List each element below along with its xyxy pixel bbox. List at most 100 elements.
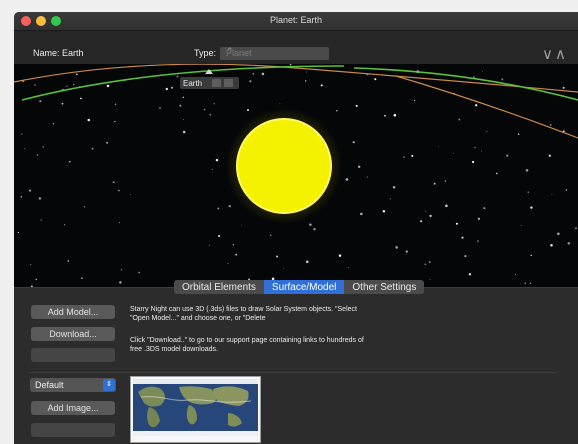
- star: [73, 84, 75, 86]
- star: [35, 278, 37, 281]
- image-preset-value: Default: [35, 380, 64, 390]
- star: [106, 141, 109, 144]
- star: [228, 204, 231, 208]
- star: [336, 110, 338, 112]
- select-chevron-icon: ⌃: [226, 46, 234, 56]
- star: [550, 124, 552, 126]
- tab-orbital-elements[interactable]: Orbital Elements: [174, 280, 264, 294]
- model-help-text: Starry Night can use 3D (.3ds) files to …: [130, 306, 357, 322]
- star: [521, 225, 523, 227]
- star: [279, 103, 281, 105]
- star: [530, 254, 532, 257]
- star: [309, 223, 312, 226]
- star: [471, 160, 475, 164]
- star: [428, 261, 431, 263]
- star: [567, 242, 571, 245]
- star: [515, 274, 516, 276]
- star: [305, 80, 307, 82]
- star: [211, 168, 214, 170]
- star: [269, 234, 272, 237]
- star: [227, 262, 229, 264]
- star: [548, 154, 551, 157]
- star: [120, 269, 122, 271]
- star: [525, 169, 529, 172]
- window-title: Planet: Earth: [269, 15, 323, 25]
- star: [209, 113, 212, 116]
- star: [565, 189, 568, 191]
- star: [215, 158, 219, 162]
- star: [182, 130, 186, 134]
- star: [366, 176, 368, 178]
- star: [475, 104, 478, 107]
- star: [405, 250, 408, 253]
- star: [393, 113, 397, 117]
- star: [458, 118, 461, 121]
- download-help-text: Click "Download.." to go to our support …: [130, 337, 364, 353]
- star: [486, 130, 488, 132]
- star: [429, 214, 432, 218]
- star: [91, 147, 94, 150]
- star: [501, 78, 504, 81]
- star: [241, 225, 242, 227]
- star: [557, 232, 560, 236]
- star: [68, 160, 71, 163]
- star: [483, 207, 486, 210]
- tab-other-settings[interactable]: Other Settings: [344, 280, 424, 294]
- star: [21, 133, 23, 135]
- star: [87, 118, 91, 122]
- star: [468, 273, 472, 276]
- star: [529, 282, 532, 285]
- model-empty-button[interactable]: [31, 348, 115, 362]
- earth-texture-thumbnail: [130, 376, 261, 443]
- star: [530, 206, 533, 209]
- star: [165, 87, 169, 91]
- add-model-button[interactable]: Add Model...: [31, 305, 115, 319]
- star: [575, 227, 577, 229]
- name-label: Name:: [33, 48, 60, 58]
- surface-model-panel: Add Model... Download... Starry Night ca…: [14, 287, 578, 444]
- star: [67, 165, 69, 167]
- planet-label[interactable]: Earth: [183, 79, 202, 88]
- object-toolbar: Name: Earth Type: Planet ⌃ ∨∧: [14, 31, 578, 64]
- star: [106, 84, 110, 88]
- star: [305, 71, 307, 73]
- star: [384, 114, 386, 117]
- settings-tabs: Orbital Elements Surface/Model Other Set…: [174, 280, 425, 294]
- add-image-button[interactable]: Add Image...: [31, 401, 115, 415]
- star: [348, 267, 350, 268]
- star: [38, 197, 42, 200]
- star: [171, 86, 174, 89]
- star: [84, 206, 86, 208]
- planet-window: Planet: Earth Name: Earth Type: Planet ⌃…: [14, 12, 578, 444]
- star: [550, 244, 553, 247]
- star: [424, 263, 426, 265]
- chevron-updown-icon: ⇕: [103, 379, 115, 391]
- sun[interactable]: [236, 118, 332, 214]
- star: [40, 219, 42, 221]
- double-chevron-up-icon[interactable]: ∨∧: [542, 45, 568, 63]
- star: [209, 244, 210, 246]
- star: [81, 277, 83, 280]
- star: [420, 220, 423, 223]
- star: [338, 254, 342, 257]
- star: [119, 281, 122, 284]
- star: [30, 264, 32, 266]
- sky-view: Earth: [14, 64, 578, 293]
- download-button[interactable]: Download...: [31, 327, 115, 341]
- panel-divider: [30, 372, 558, 373]
- star: [159, 107, 161, 109]
- image-preset-select[interactable]: Default ⇕: [30, 378, 116, 392]
- star: [345, 178, 349, 181]
- star: [477, 217, 480, 220]
- tab-surface-model[interactable]: Surface/Model: [263, 280, 345, 294]
- star: [425, 210, 427, 212]
- type-select[interactable]: Planet ⌃: [220, 46, 329, 60]
- star: [80, 97, 82, 100]
- star: [524, 282, 526, 284]
- star: [176, 75, 179, 78]
- star: [252, 73, 254, 75]
- star: [518, 133, 520, 135]
- star: [305, 260, 309, 264]
- image-empty-button[interactable]: [31, 423, 115, 437]
- star: [118, 222, 120, 224]
